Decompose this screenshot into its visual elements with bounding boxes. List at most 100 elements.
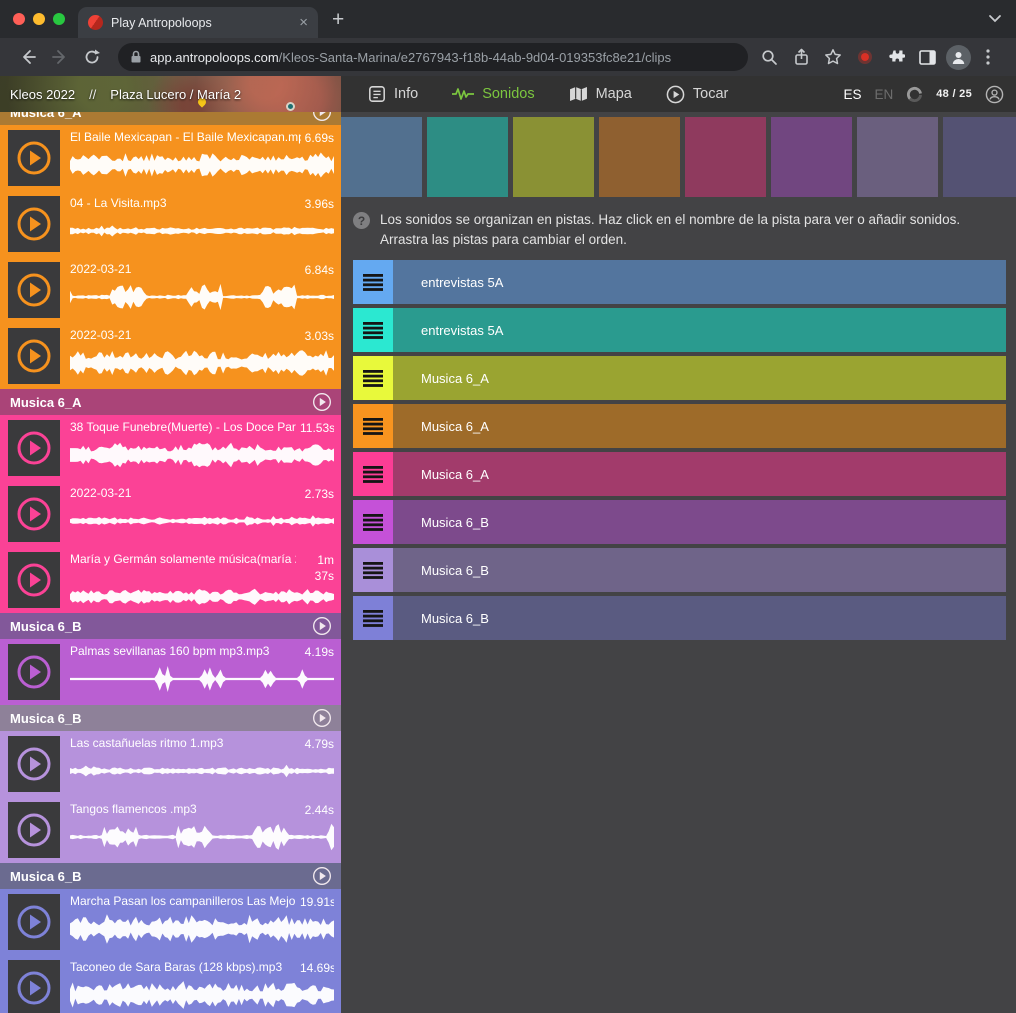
clip-duration: 6.84s: [305, 262, 334, 278]
breadcrumb-project[interactable]: Kleos 2022: [10, 87, 75, 102]
nav-item-mapa[interactable]: Mapa: [552, 76, 649, 112]
clip-duration: 4.79s: [305, 736, 334, 752]
section-clips: Marcha Pasan los campanilleros Las Mejor…: [0, 889, 341, 1013]
drag-handle[interactable]: [353, 404, 393, 448]
clip-body: Taconeo de Sara Baras (128 kbps).mp314.6…: [70, 960, 334, 1013]
section-title: Musica 6_A: [10, 395, 312, 410]
drag-handle[interactable]: [353, 452, 393, 496]
clip-play-button[interactable]: [8, 328, 60, 384]
share-icon[interactable]: [787, 43, 815, 71]
clip-duration: 11.53s: [300, 420, 334, 436]
back-button[interactable]: [14, 43, 42, 71]
bookmark-star-icon[interactable]: [819, 43, 847, 71]
clip: María y Germán solamente música(maría 2.…: [0, 547, 341, 613]
clip-play-button[interactable]: [8, 644, 60, 700]
nav-item-sonidos[interactable]: Sonidos: [435, 76, 551, 112]
track-swatch[interactable]: [771, 117, 852, 197]
clip-body: 38 Toque Funebre(Muerte) - Los Doce Par.…: [70, 420, 334, 476]
nav-item-tocar[interactable]: Tocar: [649, 76, 745, 112]
track-swatch[interactable]: [857, 117, 938, 197]
track-row[interactable]: Musica 6_B: [353, 548, 1006, 592]
side-panel-icon[interactable]: [914, 43, 942, 71]
clip-title: Taconeo de Sara Baras (128 kbps).mp3: [70, 960, 296, 974]
tab-search-chevron-icon[interactable]: [988, 14, 1002, 23]
browser-profile-avatar[interactable]: [946, 45, 971, 70]
app-header: Kleos 2022 // Plaza Lucero / María 2 Inf…: [0, 76, 1016, 112]
section-header[interactable]: Musica 6_B: [0, 613, 341, 639]
clip-play-button[interactable]: [8, 486, 60, 542]
clip-body: Marcha Pasan los campanilleros Las Mejor…: [70, 894, 334, 950]
play-icon: [16, 904, 52, 940]
section-header[interactable]: Musica 6_A: [0, 389, 341, 415]
track-row-body[interactable]: Musica 6_B: [393, 500, 1006, 544]
clip: 2022-03-216.84s: [0, 257, 341, 323]
track-row-body[interactable]: Musica 6_A: [393, 404, 1006, 448]
section-header[interactable]: Musica 6_A: [0, 112, 341, 125]
track-name: Musica 6_B: [421, 611, 489, 626]
drag-handle[interactable]: [353, 596, 393, 640]
nav-item-info[interactable]: Info: [351, 76, 435, 112]
hamburger-icon: [363, 514, 383, 531]
track-swatch[interactable]: [599, 117, 680, 197]
drag-handle[interactable]: [353, 500, 393, 544]
track-swatch[interactable]: [513, 117, 594, 197]
clip-duration: 2.44s: [305, 802, 334, 818]
clip-play-button[interactable]: [8, 894, 60, 950]
track-row[interactable]: entrevistas 5A: [353, 308, 1006, 352]
clip-play-button[interactable]: [8, 262, 60, 318]
browser-menu-kebab-icon[interactable]: [974, 43, 1002, 71]
track-swatch[interactable]: [341, 117, 422, 197]
clip-play-button[interactable]: [8, 196, 60, 252]
track-row-body[interactable]: entrevistas 5A: [393, 260, 1006, 304]
clip-body: 2022-03-216.84s: [70, 262, 334, 318]
clip-play-button[interactable]: [8, 802, 60, 858]
clip-play-button[interactable]: [8, 736, 60, 792]
track-row[interactable]: Musica 6_B: [353, 500, 1006, 544]
tab-close-icon[interactable]: ×: [299, 15, 308, 30]
url-field[interactable]: app.antropoloops.com/Kleos-Santa-Marina/…: [118, 43, 748, 71]
track-row-body[interactable]: Musica 6_B: [393, 596, 1006, 640]
play-icon: [16, 562, 52, 598]
clip-play-button[interactable]: [8, 960, 60, 1013]
minimize-window-button[interactable]: [33, 13, 45, 25]
track-row[interactable]: Musica 6_A: [353, 404, 1006, 448]
clip-play-button[interactable]: [8, 552, 60, 608]
clip-waveform: [70, 504, 334, 538]
drag-handle[interactable]: [353, 308, 393, 352]
track-row-body[interactable]: Musica 6_A: [393, 356, 1006, 400]
drag-handle[interactable]: [353, 356, 393, 400]
close-window-button[interactable]: [13, 13, 25, 25]
clip-waveform: [70, 280, 334, 314]
track-swatch[interactable]: [943, 117, 1016, 197]
extensions-puzzle-icon[interactable]: [882, 43, 910, 71]
zoom-window-button[interactable]: [53, 13, 65, 25]
track-swatch[interactable]: [427, 117, 508, 197]
loading-spinner-icon: [906, 86, 923, 103]
language-en-button[interactable]: EN: [874, 87, 893, 102]
section-title: Musica 6_B: [10, 711, 312, 726]
record-extension-icon[interactable]: [851, 43, 879, 71]
clip-play-button[interactable]: [8, 420, 60, 476]
track-swatch[interactable]: [685, 117, 766, 197]
track-row[interactable]: Musica 6_B: [353, 596, 1006, 640]
language-es-button[interactable]: ES: [843, 87, 861, 102]
reload-button[interactable]: [78, 43, 106, 71]
track-row[interactable]: Musica 6_A: [353, 452, 1006, 496]
drag-handle[interactable]: [353, 548, 393, 592]
drag-handle[interactable]: [353, 260, 393, 304]
track-row[interactable]: entrevistas 5A: [353, 260, 1006, 304]
track-row-body[interactable]: Musica 6_A: [393, 452, 1006, 496]
browser-tab[interactable]: Play Antropoloops ×: [78, 7, 318, 38]
section-header[interactable]: Musica 6_B: [0, 863, 341, 889]
section-header[interactable]: Musica 6_B: [0, 705, 341, 731]
track-row-body[interactable]: Musica 6_B: [393, 548, 1006, 592]
track-row[interactable]: Musica 6_A: [353, 356, 1006, 400]
search-icon[interactable]: [756, 43, 784, 71]
clip-waveform: [70, 438, 334, 472]
track-row-body[interactable]: entrevistas 5A: [393, 308, 1006, 352]
new-tab-button[interactable]: +: [332, 8, 344, 32]
forward-button[interactable]: [46, 43, 74, 71]
clip-play-button[interactable]: [8, 130, 60, 186]
breadcrumb[interactable]: Kleos 2022 // Plaza Lucero / María 2: [0, 76, 341, 112]
account-icon[interactable]: [985, 85, 1004, 104]
